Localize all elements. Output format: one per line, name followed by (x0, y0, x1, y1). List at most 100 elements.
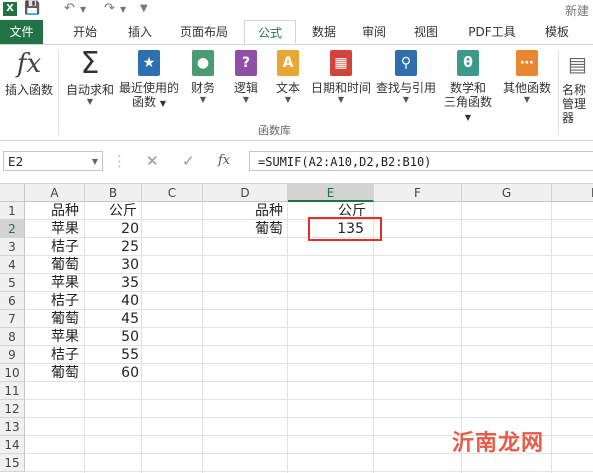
row-header[interactable]: 5 (0, 274, 25, 292)
excel-logo-icon: X (3, 2, 17, 16)
redo-icon[interactable]: ↷ (104, 1, 115, 16)
column-header[interactable]: H (552, 184, 593, 202)
cell-a2[interactable]: 苹果 (25, 220, 85, 238)
gridline (25, 399, 593, 400)
row-header[interactable]: 11 (0, 382, 25, 400)
row-header[interactable]: 15 (0, 454, 25, 472)
select-all-corner[interactable] (0, 184, 25, 202)
undo-dropdown-icon[interactable]: ▼ (80, 5, 86, 14)
chevron-down-icon: ▼ (242, 95, 250, 104)
row-header[interactable]: 10 (0, 364, 25, 382)
column-header[interactable]: C (142, 184, 203, 202)
watermark: 沂南龙网 (452, 431, 545, 456)
cell-b9[interactable]: 55 (85, 346, 142, 364)
chevron-down-icon[interactable]: ▼ (92, 152, 98, 172)
math-trig-button[interactable]: θ 数学和 三角函数 ▼ (440, 50, 496, 125)
tab-templates[interactable]: 模板 (532, 20, 582, 44)
cell-a7[interactable]: 葡萄 (25, 310, 85, 328)
column-header[interactable]: G (462, 184, 552, 202)
redo-dropdown-icon[interactable]: ▼ (120, 5, 126, 14)
tab-formulas[interactable]: 公式 (244, 20, 296, 44)
row-header[interactable]: 4 (0, 256, 25, 274)
logical-button[interactable]: ? 逻辑 ▼ (228, 50, 264, 105)
more-functions-button[interactable]: ⋯ 其他函数 ▼ (500, 50, 554, 105)
text-button[interactable]: A 文本 ▼ (270, 50, 306, 105)
tab-page-layout[interactable]: 页面布局 (172, 20, 236, 44)
row-header[interactable]: 3 (0, 238, 25, 256)
text-book-icon: A (277, 50, 299, 76)
document-title: 新建 (564, 4, 589, 18)
chevron-down-icon: ▼ (523, 95, 531, 104)
tab-data[interactable]: 数据 (302, 20, 346, 44)
row-header[interactable]: 8 (0, 328, 25, 346)
column-header[interactable]: B (85, 184, 142, 202)
cell-a1[interactable]: 品种 (25, 202, 85, 220)
title-bar: X 💾 ↶ ▼ ↷ ▼ ▼ 新建 (0, 0, 593, 20)
insert-function-icon[interactable]: fx (218, 151, 230, 171)
cell-b8[interactable]: 50 (85, 328, 142, 346)
cell-a9[interactable]: 桔子 (25, 346, 85, 364)
customize-toolbar-icon[interactable]: ▼ (140, 3, 148, 14)
undo-icon[interactable]: ↶ (64, 1, 75, 16)
calendar-book-icon: ▦ (330, 50, 352, 76)
cell-b10[interactable]: 60 (85, 364, 142, 382)
row-header[interactable]: 14 (0, 436, 25, 454)
chevron-down-icon: ▼ (199, 95, 207, 104)
row-header[interactable]: 1 (0, 202, 25, 220)
gridline (287, 202, 288, 473)
tab-insert[interactable]: 插入 (118, 20, 162, 44)
formula-input[interactable]: =SUMIF(A2:A10,D2,B2:B10) (249, 151, 593, 171)
row-header[interactable]: 2 (0, 220, 25, 238)
lookup-reference-button[interactable]: ⚲ 查找与引用 ▼ (374, 50, 438, 105)
group-label-function-library: 函数库 (258, 124, 291, 137)
cell-d2[interactable]: 葡萄 (203, 220, 288, 238)
row-header[interactable]: 12 (0, 400, 25, 418)
recently-used-button[interactable]: ★ 最近使用的 函数 ▼ (118, 50, 180, 111)
column-header[interactable]: F (374, 184, 462, 202)
cell-a8[interactable]: 苹果 (25, 328, 85, 346)
save-icon[interactable]: 💾 (24, 1, 40, 16)
tab-pdf-tools[interactable]: PDF工具 (460, 20, 524, 44)
cell-a6[interactable]: 桔子 (25, 292, 85, 310)
date-time-button[interactable]: ▦ 日期和时间 ▼ (308, 50, 374, 105)
cell-a4[interactable]: 葡萄 (25, 256, 85, 274)
ribbon-tabs: 文件 开始 插入 页面布局 公式 数据 审阅 视图 PDF工具 模板 (0, 20, 593, 45)
insert-function-button[interactable]: fx 插入函数 (2, 50, 56, 97)
sigma-icon: Σ (80, 46, 100, 81)
gridline (551, 202, 552, 473)
name-manager-button[interactable]: ▤ 名称 管理器 (562, 50, 593, 125)
cell-d1[interactable]: 品种 (203, 202, 288, 220)
ribbon-separator (558, 50, 559, 135)
cancel-icon[interactable]: ✕ (146, 151, 159, 171)
formula-bar-menu-icon[interactable]: ⋮ (112, 151, 127, 171)
financial-button[interactable]: ● 财务 ▼ (184, 50, 222, 105)
cell-b6[interactable]: 40 (85, 292, 142, 310)
column-header[interactable]: A (25, 184, 85, 202)
column-header[interactable]: D (203, 184, 288, 202)
star-book-icon: ★ (138, 50, 160, 76)
row-header[interactable]: 7 (0, 310, 25, 328)
cell-a5[interactable]: 苹果 (25, 274, 85, 292)
cell-a3[interactable]: 桔子 (25, 238, 85, 256)
tab-file[interactable]: 文件 (0, 20, 43, 44)
row-header[interactable]: 13 (0, 418, 25, 436)
column-header[interactable]: E (288, 184, 374, 202)
tab-home[interactable]: 开始 (62, 20, 108, 44)
selected-cell-highlight (308, 217, 382, 241)
name-box[interactable]: E2 ▼ (3, 151, 103, 171)
cell-b5[interactable]: 35 (85, 274, 142, 292)
cell-b4[interactable]: 30 (85, 256, 142, 274)
question-book-icon: ? (235, 50, 257, 76)
cell-b2[interactable]: 20 (85, 220, 142, 238)
autosum-button[interactable]: Σ 自动求和 ▼ (62, 46, 118, 107)
enter-icon[interactable]: ✓ (182, 151, 195, 171)
row-header[interactable]: 9 (0, 346, 25, 364)
tab-view[interactable]: 视图 (404, 20, 448, 44)
cell-b7[interactable]: 45 (85, 310, 142, 328)
cell-a10[interactable]: 葡萄 (25, 364, 85, 382)
cell-b1[interactable]: 公斤 (85, 202, 142, 220)
cell-b3[interactable]: 25 (85, 238, 142, 256)
tab-review[interactable]: 审阅 (352, 20, 396, 44)
name-manager-icon: ▤ (568, 52, 587, 76)
row-header[interactable]: 6 (0, 292, 25, 310)
